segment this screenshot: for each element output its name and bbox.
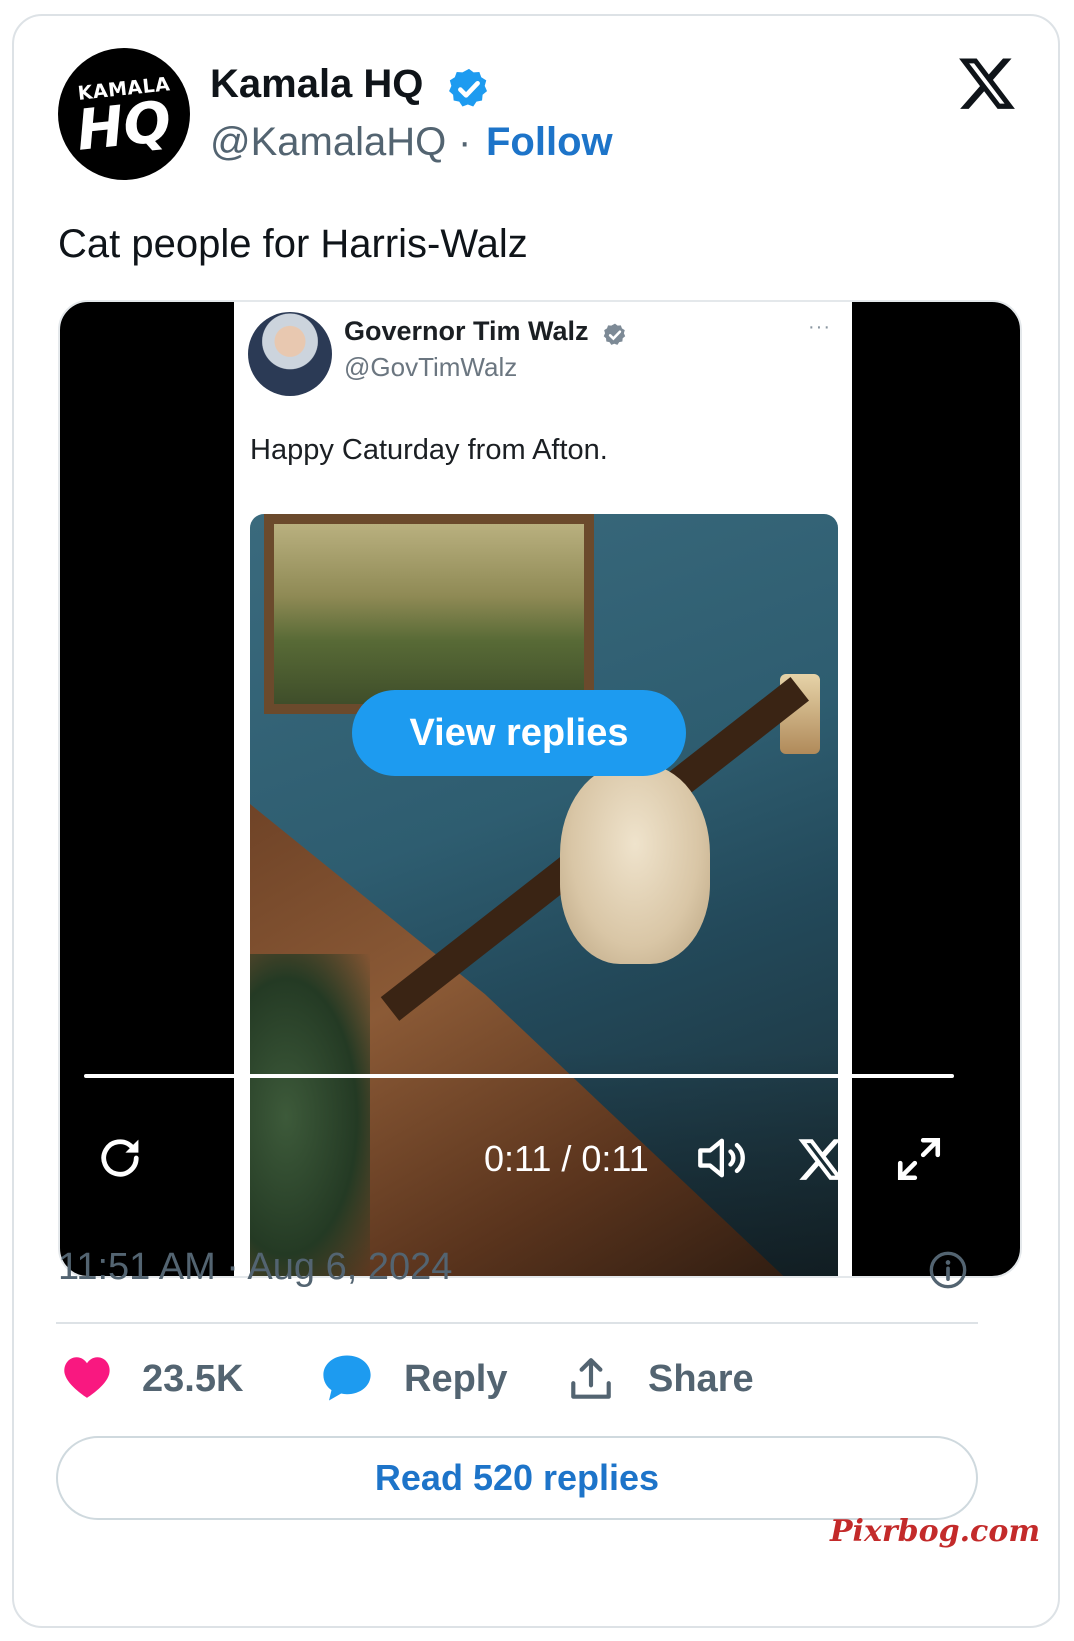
separator-dot: · — [458, 120, 472, 164]
fullscreen-icon[interactable] — [894, 1134, 944, 1184]
info-icon[interactable] — [928, 1250, 968, 1290]
more-options-icon: ··· — [808, 316, 831, 338]
x-logo-icon[interactable] — [956, 52, 1018, 114]
author-avatar[interactable]: KAMALA HQ — [58, 48, 190, 180]
site-watermark: Pixrbog.com — [830, 1514, 1041, 1549]
video-player[interactable]: Governor Tim Walz @GovTimWalz ··· Happy … — [58, 300, 1022, 1278]
avatar-text-main: HQ — [73, 89, 175, 164]
video-progress-bar[interactable] — [84, 1074, 954, 1078]
reply-button[interactable]: Reply — [404, 1358, 507, 1401]
replay-icon[interactable] — [94, 1132, 146, 1184]
video-time: 0:11 / 0:11 — [484, 1138, 649, 1179]
tweet-timestamp[interactable]: 11:51 AM · Aug 6, 2024 — [58, 1246, 452, 1289]
author-handle[interactable]: @KamalaHQ — [210, 120, 446, 165]
embedded-verified-icon — [603, 323, 626, 345]
landscape-painting — [264, 514, 594, 714]
embedded-author-handle: @GovTimWalz — [344, 352, 518, 382]
volume-icon[interactable] — [696, 1132, 752, 1184]
share-button[interactable]: Share — [648, 1358, 754, 1401]
embedded-avatar — [248, 312, 332, 396]
x-watermark-icon[interactable] — [796, 1134, 846, 1184]
christmas-tree — [250, 954, 370, 1276]
embedded-tweet-screenshot: Governor Tim Walz @GovTimWalz ··· Happy … — [234, 302, 852, 1276]
reply-bubble-icon[interactable] — [320, 1352, 374, 1404]
embedded-author-name: Governor Tim Walz — [344, 316, 589, 346]
view-replies-button[interactable]: View replies — [352, 690, 686, 776]
divider — [56, 1322, 978, 1324]
read-replies-button[interactable]: Read 520 replies — [56, 1436, 978, 1520]
embedded-tweet-text: Happy Caturday from Afton. — [250, 434, 608, 466]
like-count[interactable]: 23.5K — [142, 1358, 243, 1401]
heart-icon[interactable] — [62, 1354, 112, 1400]
tweet-text: Cat people for Harris-Walz — [58, 222, 528, 266]
verified-badge-icon — [449, 68, 488, 107]
follow-button[interactable]: Follow — [486, 120, 613, 165]
cat — [560, 764, 710, 964]
share-icon[interactable] — [566, 1354, 616, 1404]
author-name[interactable]: Kamala HQ — [210, 62, 423, 107]
